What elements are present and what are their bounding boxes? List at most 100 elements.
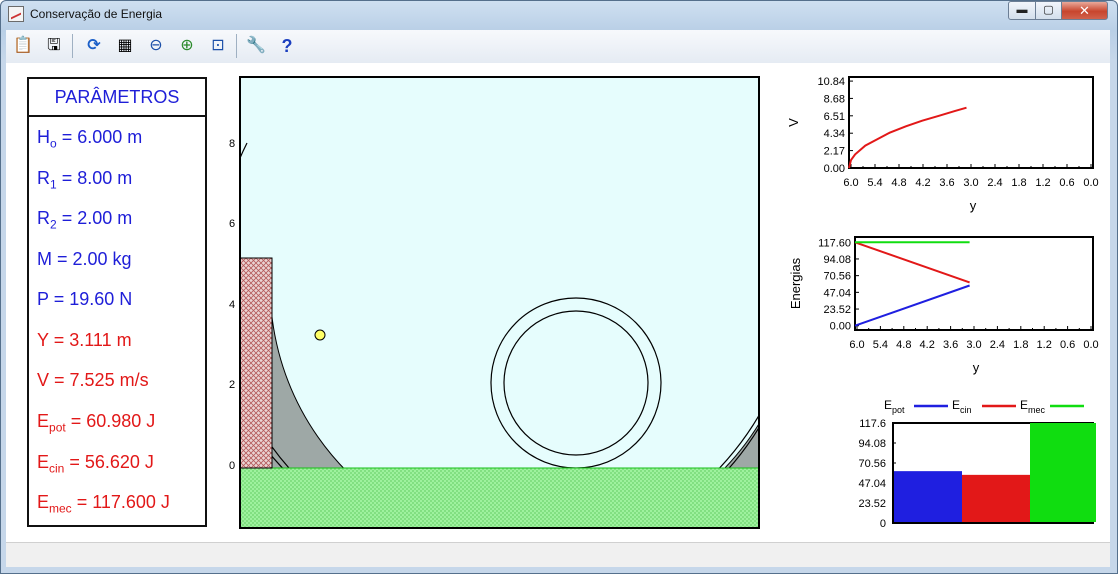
zoom-fit-icon[interactable]: ⊡	[206, 34, 230, 58]
x-tick-label: 5.4	[867, 177, 882, 189]
copy-icon[interactable]: 📋	[11, 34, 35, 58]
moving-ball[interactable]	[314, 329, 326, 341]
param-symbol: Y	[37, 330, 49, 350]
y-tick-label: 70.56	[823, 271, 851, 283]
param-value: = 2.00 kg	[52, 249, 132, 269]
refresh-icon[interactable]: ⟳	[82, 34, 106, 58]
toolbar-separator	[236, 34, 237, 58]
energy-bar	[962, 474, 1030, 522]
param-value: = 60.980 J	[65, 411, 156, 431]
legend-label: Emec	[1020, 399, 1046, 415]
param-row: P = 19.60 N	[37, 289, 132, 310]
export-icon[interactable]: 🖫	[42, 34, 66, 58]
param-row: Y = 3.111 m	[37, 330, 132, 351]
x-tick-label: 6.0	[849, 339, 864, 351]
help-icon[interactable]: ?	[275, 34, 299, 58]
param-symbol: E	[37, 452, 50, 472]
x-tick-label: 4.2	[920, 339, 935, 351]
param-symbol: P	[37, 289, 49, 309]
y-tick-label: 94.08	[858, 438, 886, 450]
parameters-title: PARÂMETROS	[29, 79, 205, 117]
x-tick-label: 3.0	[966, 339, 981, 351]
legend-label: Epot	[884, 399, 905, 415]
plot-frame	[848, 76, 1094, 169]
legend-symbol: E	[952, 399, 960, 412]
legend-symbol: E	[884, 399, 892, 412]
x-tick-label: 6.0	[843, 177, 858, 189]
x-tick-label: 3.6	[939, 177, 954, 189]
legend-subscript: pot	[892, 405, 905, 415]
x-axis-label: y	[973, 360, 980, 375]
x-tick-label: 0.6	[1059, 177, 1074, 189]
sim-ytick: 4	[229, 299, 235, 311]
y-tick-label: 0.00	[824, 163, 845, 175]
y-axis-label: V	[786, 118, 801, 127]
param-subscript: o	[50, 136, 57, 151]
minimize-button[interactable]: ▬	[1008, 1, 1036, 20]
param-symbol: H	[37, 127, 50, 147]
param-symbol: R	[37, 208, 50, 228]
x-tick-label: 2.4	[987, 177, 1002, 189]
x-tick-label: 1.8	[1011, 177, 1026, 189]
x-tick-label: 4.8	[891, 177, 906, 189]
param-row: M = 2.00 kg	[37, 249, 132, 270]
wrench-icon[interactable]: 🔧	[244, 34, 268, 58]
y-tick-label: 23.52	[858, 498, 886, 510]
y-tick-label: 0.00	[830, 321, 851, 333]
zoom-in-icon[interactable]: ⊕	[175, 34, 199, 58]
title-bar[interactable]: Conservação de Energia ▬ ▢ ✕	[0, 0, 1118, 30]
app-icon	[8, 6, 24, 22]
param-value: = 19.60 N	[48, 289, 133, 309]
param-value: = 3.111 m	[48, 330, 132, 350]
sim-ytick: 8	[229, 138, 235, 150]
y-tick-label: 117.60	[818, 237, 851, 249]
param-subscript: cin	[49, 461, 65, 476]
x-tick-label: 5.4	[873, 339, 888, 351]
param-subscript: 2	[50, 217, 57, 232]
zoom-out-icon[interactable]: ⊖	[144, 34, 168, 58]
x-axis-label: y	[970, 198, 977, 213]
y-tick-label: 0	[880, 518, 886, 530]
sim-ytick: 6	[229, 218, 235, 230]
param-row: Ecin = 56.620 J	[37, 452, 154, 476]
y-tick-label: 6.51	[824, 111, 845, 123]
energy-bar	[894, 471, 962, 522]
grid-icon[interactable]: ▦	[113, 34, 137, 58]
x-tick-label: 0.6	[1060, 339, 1075, 351]
y-tick-label: 47.04	[823, 287, 851, 299]
param-row: R2 = 2.00 m	[37, 208, 132, 232]
x-tick-label: 0.0	[1083, 177, 1098, 189]
simulation-view[interactable]: 8 6 4 2 0	[211, 73, 771, 533]
maximize-button[interactable]: ▢	[1035, 1, 1062, 20]
legend-label: Ecin	[952, 399, 972, 415]
x-tick-label: 4.2	[915, 177, 930, 189]
legend-subscript: cin	[960, 405, 972, 415]
status-bar	[6, 542, 1110, 567]
param-value: = 7.525 m/s	[49, 370, 149, 390]
y-tick-label: 4.34	[824, 128, 845, 140]
y-axis-label: Energias	[788, 257, 803, 309]
window-title: Conservação de Energia	[30, 7, 163, 21]
energy-bar-chart: Epot Ecin Emec117.694.0870.5647.0423.520	[858, 399, 1096, 530]
param-row: V = 7.525 m/s	[37, 370, 149, 391]
param-subscript: mec	[49, 501, 72, 516]
x-tick-label: 1.2	[1037, 339, 1052, 351]
y-tick-label: 2.17	[824, 146, 845, 158]
y-tick-label: 47.04	[858, 478, 886, 490]
sim-ytick: 2	[229, 379, 235, 391]
param-symbol: E	[37, 411, 50, 431]
plot-frame	[854, 236, 1094, 331]
toolbar: 📋 🖫 ⟳ ▦ ⊖ ⊕ ⊡ 🔧 ?	[6, 30, 1110, 64]
y-tick-label: 94.08	[823, 254, 851, 266]
y-tick-label: 23.52	[823, 304, 851, 316]
y-tick-label: 8.68	[824, 93, 845, 105]
legend-symbol: E	[1020, 399, 1028, 412]
param-symbol: R	[37, 168, 50, 188]
param-symbol: M	[37, 249, 52, 269]
client-area: PARÂMETROS Ho = 6.000 m R1 = 8.00 m R2 = 2…	[6, 63, 1110, 542]
x-tick-label: 0.0	[1083, 339, 1098, 351]
param-value: = 117.600 J	[71, 492, 170, 512]
velocity-chart: 6.0 5.4 4.8 4.2 3.6 3.0 2.4 1.8 1.2 0.6 0.0 10.84 8.…	[786, 76, 1099, 213]
energy-bar	[1030, 423, 1096, 522]
close-button[interactable]: ✕	[1061, 1, 1108, 20]
